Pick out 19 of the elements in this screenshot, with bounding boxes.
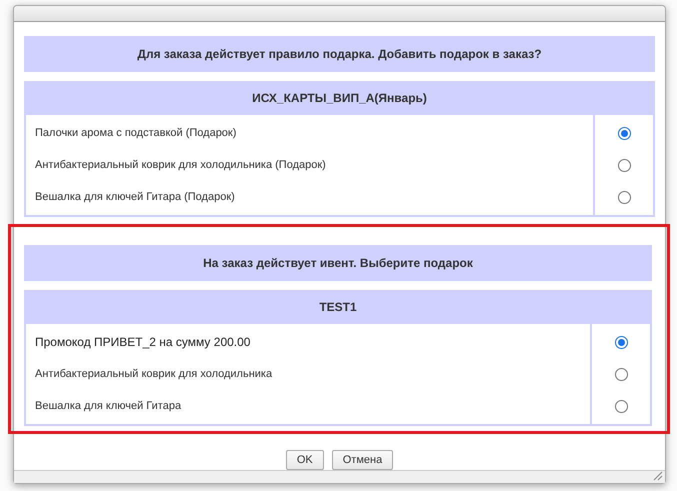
radio-button[interactable] — [614, 368, 628, 380]
dialog-button[interactable]: OK — [286, 450, 324, 470]
radio-button[interactable] — [618, 190, 630, 204]
radio-button[interactable] — [614, 336, 628, 348]
group-header: ИСХ_КАРТЫ_ВИП_А(Январь) — [24, 81, 655, 115]
option-label: Антибактериальный коврик для холодильника — [34, 367, 274, 382]
dialog-button[interactable]: Отмена — [332, 450, 394, 470]
option-label: Антибактериальный коврик для холодильника (Подарок) — [34, 158, 327, 173]
option-label: Вешалка для ключей Гитара — [34, 399, 182, 414]
radio-button[interactable] — [618, 158, 630, 172]
group-header: TEST1 — [24, 290, 652, 324]
section-header: Для заказа действует правило подарка. Добавить подарок в заказ? — [24, 36, 655, 72]
radio-button[interactable] — [618, 126, 630, 140]
option-label: Промокод ПРИВЕТ_2 на сумму 200.00 — [34, 334, 252, 351]
option-label: Вешалка для ключей Гитара (Подарок) — [34, 190, 236, 205]
radio-button[interactable] — [614, 400, 628, 412]
option-label: Палочки арома с подставкой (Подарок) — [34, 126, 238, 141]
section-header: На заказ действует ивент. Выберите подарок — [24, 245, 652, 281]
resize-grip-icon[interactable] — [653, 471, 663, 481]
